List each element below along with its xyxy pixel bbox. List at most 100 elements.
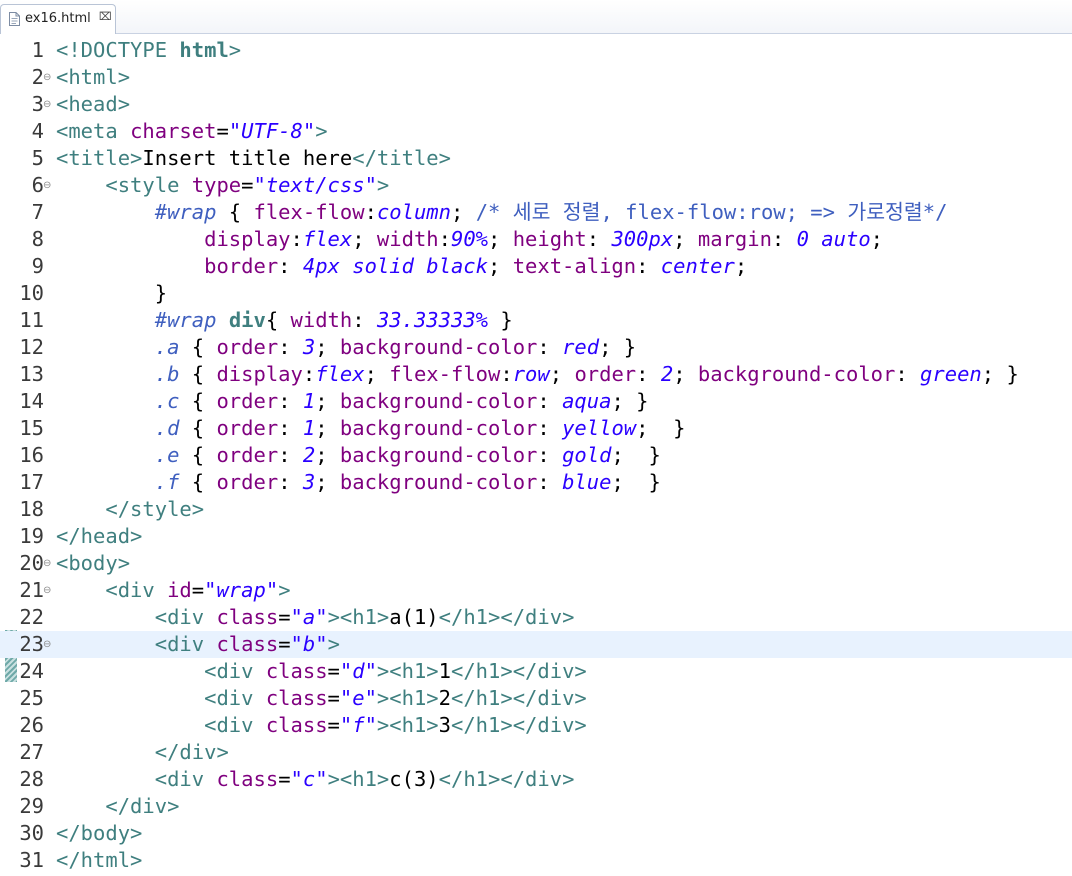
code-line[interactable]: 10 }: [0, 280, 1072, 307]
fold-toggle-icon[interactable]: ⊖: [43, 550, 51, 577]
line-number: 5: [31, 146, 44, 170]
code-line[interactable]: 4 <meta charset="UTF-8">: [0, 118, 1072, 145]
code-text: <div class="a"><h1>a(1)</h1></div>: [154, 605, 575, 629]
code-text: <div class="e"><h1>2</h1></div>: [204, 686, 587, 710]
code-line[interactable]: 25 <div class="e"><h1>2</h1></div>: [0, 685, 1072, 712]
editor-tab-bar: ex16.html ⌧: [0, 0, 1072, 34]
line-number: 10: [19, 281, 44, 305]
code-text: <style type="text/css">: [105, 173, 390, 197]
code-line[interactable]: 26 <div class="f"><h1>3</h1></div>: [0, 712, 1072, 739]
code-text: .d { order: 1; background-color: yellow;…: [154, 416, 686, 440]
close-icon[interactable]: ⌧: [99, 10, 112, 23]
html-file-icon: [9, 12, 20, 26]
code-text: <meta charset="UTF-8">: [56, 119, 328, 143]
code-text: </body>: [56, 821, 143, 845]
code-text: }: [56, 281, 168, 305]
code-text: .e { order: 2; background-color: gold; }: [154, 443, 661, 467]
line-number: 25: [19, 686, 44, 710]
line-number: 1: [31, 38, 44, 62]
code-line[interactable]: 31 </html>: [0, 847, 1072, 874]
code-text: <div id="wrap">: [105, 578, 291, 602]
code-line[interactable]: 24 <div class="d"><h1>1</h1></div>: [0, 658, 1072, 685]
code-text: <body>: [56, 551, 131, 575]
code-text: <div class="d"><h1>1</h1></div>: [204, 659, 587, 683]
code-line[interactable]: 13 .b { display:flex; flex-flow:row; ord…: [0, 361, 1072, 388]
code-line[interactable]: 16 .e { order: 2; background-color: gold…: [0, 442, 1072, 469]
fold-toggle-icon[interactable]: ⊖: [43, 91, 51, 118]
code-text: <!DOCTYPE html>: [56, 38, 242, 62]
line-number: 4: [31, 119, 44, 143]
code-text: .a { order: 3; background-color: red; }: [154, 335, 637, 359]
line-number: 16: [19, 443, 44, 467]
code-line[interactable]: 23 ⊖ <div class="b">: [0, 631, 1072, 658]
line-number: 19: [19, 524, 44, 548]
line-number: 9: [31, 254, 44, 278]
tab-title: ex16.html: [25, 11, 91, 26]
code-text: display:flex; width:90%; height: 300px; …: [204, 227, 884, 251]
code-text: </html>: [56, 848, 143, 872]
code-editor[interactable]: 1 <!DOCTYPE html> 2 ⊖ <html> 3 ⊖ <head> 4 <meta c…: [0, 35, 1072, 876]
line-number: 8: [31, 227, 44, 251]
line-number: 31: [19, 848, 44, 872]
tab-ex16-html[interactable]: ex16.html ⌧: [0, 4, 116, 34]
code-line[interactable]: 5 <title>Insert title here</title>: [0, 145, 1072, 172]
code-line[interactable]: 18 </style>: [0, 496, 1072, 523]
code-line[interactable]: 28 <div class="c"><h1>c(3)</h1></div>: [0, 766, 1072, 793]
line-number: 17: [19, 470, 44, 494]
code-text: </div>: [154, 740, 229, 764]
code-text: .b { display:flex; flex-flow:row; order:…: [154, 362, 1019, 386]
code-text: <div class="c"><h1>c(3)</h1></div>: [154, 767, 575, 791]
code-line[interactable]: 15 .d { order: 1; background-color: yell…: [0, 415, 1072, 442]
code-line[interactable]: 27 </div>: [0, 739, 1072, 766]
code-line[interactable]: 1 <!DOCTYPE html>: [0, 37, 1072, 64]
line-number: 15: [19, 416, 44, 440]
code-text: <html>: [56, 65, 131, 89]
line-number: 7: [31, 200, 44, 224]
fold-toggle-icon[interactable]: ⊖: [43, 172, 51, 199]
fold-toggle-icon[interactable]: ⊖: [43, 577, 51, 604]
line-number: 26: [19, 713, 44, 737]
code-line[interactable]: 7 #wrap { flex-flow:column; /* 세로 정렬, fl…: [0, 199, 1072, 226]
line-number: 22: [19, 605, 44, 629]
line-number: 28: [19, 767, 44, 791]
code-text: .c { order: 1; background-color: aqua; }: [154, 389, 649, 413]
code-text: </head>: [56, 524, 143, 548]
code-line[interactable]: 21 ⊖ <div id="wrap">: [0, 577, 1072, 604]
code-line[interactable]: 3 ⊖ <head>: [0, 91, 1072, 118]
code-line[interactable]: 30 </body>: [0, 820, 1072, 847]
code-line[interactable]: 6 ⊖ <style type="text/css">: [0, 172, 1072, 199]
code-line[interactable]: 8 display:flex; width:90%; height: 300px…: [0, 226, 1072, 253]
line-number: 6: [31, 173, 44, 197]
line-number: 27: [19, 740, 44, 764]
code-text: #wrap div{ width: 33.33333% }: [154, 308, 513, 332]
line-number: 14: [19, 389, 44, 413]
line-number: 2: [31, 65, 44, 89]
code-line[interactable]: 2 ⊖ <html>: [0, 64, 1072, 91]
line-number: 30: [19, 821, 44, 845]
line-number: 23: [19, 632, 44, 656]
code-text: #wrap { flex-flow:column; /* 세로 정렬, flex…: [154, 200, 948, 224]
code-line[interactable]: 9 border: 4px solid black; text-align: c…: [0, 253, 1072, 280]
line-number: 20: [19, 551, 44, 575]
line-number: 13: [19, 362, 44, 386]
code-line[interactable]: 11 #wrap div{ width: 33.33333% }: [0, 307, 1072, 334]
code-line[interactable]: 20 ⊖ <body>: [0, 550, 1072, 577]
code-text: <div class="b">: [154, 632, 340, 656]
code-line[interactable]: 17 .f { order: 3; background-color: blue…: [0, 469, 1072, 496]
code-line[interactable]: 12 .a { order: 3; background-color: red;…: [0, 334, 1072, 361]
code-line[interactable]: 29 </div>: [0, 793, 1072, 820]
code-text: </style>: [105, 497, 205, 521]
code-text: </div>: [105, 794, 180, 818]
code-line[interactable]: 22 <div class="a"><h1>a(1)</h1></div>: [0, 604, 1072, 631]
code-text: border: 4px solid black; text-align: cen…: [204, 254, 748, 278]
fold-toggle-icon[interactable]: ⊖: [43, 631, 51, 658]
code-line[interactable]: 14 .c { order: 1; background-color: aqua…: [0, 388, 1072, 415]
code-text: <title>Insert title here</title>: [56, 146, 451, 170]
code-text: <head>: [56, 92, 131, 116]
code-line[interactable]: 19 </head>: [0, 523, 1072, 550]
fold-toggle-icon[interactable]: ⊖: [43, 64, 51, 91]
line-number: 12: [19, 335, 44, 359]
line-number: 3: [31, 92, 44, 116]
code-text: <div class="f"><h1>3</h1></div>: [204, 713, 587, 737]
code-text: .f { order: 3; background-color: blue; }: [154, 470, 661, 494]
